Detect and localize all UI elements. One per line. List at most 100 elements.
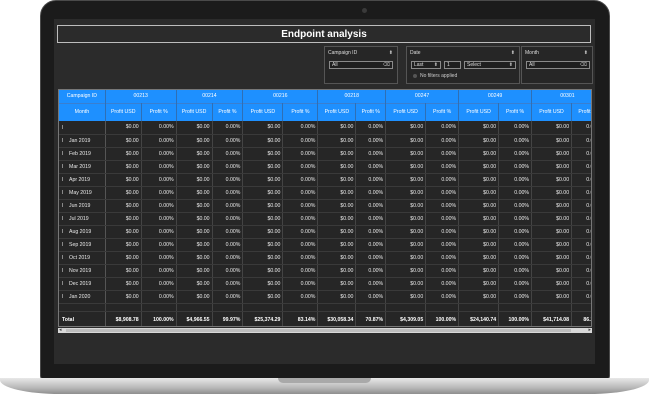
- table-row[interactable]: Nov 2019 $0.00 0.00% $0.00 0.00% $0.00 0.00% $0…: [59, 264, 591, 278]
- scroll-left-icon[interactable]: ◂: [59, 327, 62, 333]
- profit-usd-header[interactable]: Profit USD: [531, 102, 573, 121]
- profit-usd-cell: $0.00: [385, 134, 427, 148]
- month-header[interactable]: Month: [59, 102, 106, 121]
- table-row[interactable]: Aug 2019 $0.00 0.00% $0.00 0.00% $0.00 0.00% $0…: [59, 225, 591, 239]
- campaign-dropdown[interactable]: All ⌫: [329, 61, 393, 69]
- month-cell[interactable]: Apr 2019: [59, 173, 106, 187]
- profit-usd-cell: $0.00: [385, 199, 427, 213]
- expand-icon[interactable]: [62, 190, 64, 195]
- expand-icon[interactable]: [62, 242, 64, 247]
- month-cell[interactable]: Jun 2019: [59, 199, 106, 213]
- campaign-slicer[interactable]: Campaign ID ⬍ All ⌫: [324, 46, 398, 84]
- expand-icon[interactable]: [62, 281, 64, 286]
- date-slicer[interactable]: Date ⬍ Last ⬍ 1 Select ⬍ No filters appl…: [406, 46, 520, 84]
- matrix-table[interactable]: Campaign ID 00213 00214 00216 00218 00247 002…: [58, 89, 592, 327]
- profit-usd-cell: $0.00: [105, 238, 142, 252]
- table-row[interactable]: Mar 2019 $0.00 0.00% $0.00 0.00% $0.00 0.00% $0…: [59, 160, 591, 174]
- table-row[interactable]: Jun 2019 $0.00 0.00% $0.00 0.00% $0.00 0.00% $0…: [59, 199, 591, 213]
- month-cell[interactable]: Aug 2019: [59, 225, 106, 239]
- month-cell[interactable]: Nov 2019: [59, 264, 106, 278]
- profit-usd-cell: $0.00: [317, 264, 357, 278]
- profit-usd-cell: $0.00: [242, 238, 284, 252]
- profit-pct-header[interactable]: Profit %: [571, 102, 591, 121]
- date-unit-dropdown[interactable]: Select ⬍: [464, 61, 516, 69]
- campaign-column-header[interactable]: 00301: [531, 90, 591, 103]
- campaign-column-header[interactable]: 00247: [385, 90, 460, 103]
- table-row[interactable]: Oct 2019 $0.00 0.00% $0.00 0.00% $0.00 0.00% $0…: [59, 251, 591, 265]
- profit-usd-cell: $0.00: [317, 199, 357, 213]
- month-cell[interactable]: Dec 2019: [59, 277, 106, 291]
- table-row[interactable]: Jul 2019 $0.00 0.00% $0.00 0.00% $0.00 0.00% $0…: [59, 212, 591, 226]
- profit-pct-header[interactable]: Profit %: [498, 102, 533, 121]
- spacer-cell: [385, 303, 427, 312]
- profit-pct-header[interactable]: Profit %: [425, 102, 460, 121]
- table-row[interactable]: Dec 2019 $0.00 0.00% $0.00 0.00% $0.00 0.00% $0…: [59, 277, 591, 291]
- campaign-column-header[interactable]: 00249: [458, 90, 533, 103]
- expand-icon[interactable]: [62, 138, 64, 143]
- table-row[interactable]: Apr 2019 $0.00 0.00% $0.00 0.00% $0.00 0.00% $0…: [59, 173, 591, 187]
- profit-pct-cell: 0.00%: [282, 121, 319, 135]
- profit-pct-cell: 0.00%: [212, 290, 244, 304]
- caret-icon[interactable]: ⬍: [584, 50, 588, 56]
- month-dropdown[interactable]: All ⌫: [526, 61, 590, 69]
- campaign-column-header[interactable]: 00218: [317, 90, 387, 103]
- campaign-column-header[interactable]: 00214: [176, 90, 244, 103]
- expand-icon[interactable]: [62, 151, 64, 156]
- month-cell[interactable]: Feb 2019: [59, 147, 106, 161]
- expand-icon[interactable]: [62, 255, 64, 260]
- profit-usd-header[interactable]: Profit USD: [176, 102, 213, 121]
- campaign-id-header[interactable]: Campaign ID: [59, 90, 106, 103]
- caret-icon[interactable]: ⬍: [389, 50, 393, 56]
- table-row[interactable]: Feb 2019 $0.00 0.00% $0.00 0.00% $0.00 0.00% $0…: [59, 147, 591, 161]
- table-row[interactable]: Sep 2019 $0.00 0.00% $0.00 0.00% $0.00 0.00% $0…: [59, 238, 591, 252]
- expand-icon[interactable]: [62, 216, 64, 221]
- expand-icon[interactable]: [62, 294, 64, 299]
- month-cell[interactable]: Sep 2019: [59, 238, 106, 252]
- profit-usd-cell: $0.00: [317, 251, 357, 265]
- table-row[interactable]: Jan 2019 $0.00 0.00% $0.00 0.00% $0.00 0.00% $0…: [59, 134, 591, 148]
- profit-pct-header[interactable]: Profit %: [141, 102, 177, 121]
- scrollbar-thumb[interactable]: [66, 329, 571, 332]
- profit-usd-cell: $0.00: [242, 160, 284, 174]
- expand-icon[interactable]: [62, 164, 64, 169]
- profit-usd-cell: $0.00: [242, 134, 284, 148]
- profit-usd-header[interactable]: Profit USD: [317, 102, 357, 121]
- month-cell[interactable]: Mar 2019: [59, 160, 106, 174]
- profit-pct-header[interactable]: Profit %: [212, 102, 244, 121]
- expand-icon[interactable]: [62, 124, 64, 129]
- profit-pct-header[interactable]: Profit %: [355, 102, 387, 121]
- month-cell[interactable]: Jan 2019: [59, 134, 106, 148]
- month-slicer[interactable]: Month ⬍ All ⌫: [521, 46, 593, 84]
- month-cell[interactable]: [59, 121, 106, 135]
- profit-usd-header[interactable]: Profit USD: [105, 102, 142, 121]
- total-label: Total: [59, 310, 106, 326]
- clear-icon[interactable]: ⌫: [383, 62, 390, 68]
- caret-icon[interactable]: ⬍: [511, 50, 515, 56]
- horizontal-scrollbar[interactable]: ◂ ▸: [58, 327, 592, 333]
- expand-icon[interactable]: [62, 229, 64, 234]
- expand-icon[interactable]: [62, 177, 64, 182]
- profit-pct-cell: 0.00%: [212, 173, 244, 187]
- scroll-right-icon[interactable]: ▸: [588, 327, 591, 333]
- spacer-cell: [176, 303, 213, 312]
- month-cell[interactable]: Jul 2019: [59, 212, 106, 226]
- month-cell[interactable]: Jan 2020: [59, 290, 106, 304]
- profit-pct-cell: 0.00%: [571, 160, 591, 174]
- profit-usd-header[interactable]: Profit USD: [242, 102, 284, 121]
- table-row[interactable]: May 2019 $0.00 0.00% $0.00 0.00% $0.00 0.00% $0…: [59, 186, 591, 200]
- profit-usd-header[interactable]: Profit USD: [385, 102, 427, 121]
- spacer-cell: [425, 303, 460, 312]
- campaign-column-header[interactable]: 00216: [242, 90, 319, 103]
- date-count-input[interactable]: 1: [444, 61, 461, 69]
- expand-icon[interactable]: [62, 268, 64, 273]
- profit-usd-header[interactable]: Profit USD: [458, 102, 500, 121]
- expand-icon[interactable]: [62, 203, 64, 208]
- month-cell[interactable]: May 2019: [59, 186, 106, 200]
- table-row[interactable]: Jan 2020 $0.00 0.00% $0.00 0.00% $0.00 0.00% $0…: [59, 290, 591, 304]
- table-row[interactable]: $0.00 0.00% $0.00 0.00% $0.00 0.00% $0.00 0.00%…: [59, 121, 591, 135]
- campaign-column-header[interactable]: 00213: [105, 90, 177, 103]
- profit-pct-header[interactable]: Profit %: [282, 102, 319, 121]
- month-cell[interactable]: Oct 2019: [59, 251, 106, 265]
- clear-icon[interactable]: ⌫: [580, 62, 587, 68]
- date-mode-dropdown[interactable]: Last ⬍: [411, 61, 441, 69]
